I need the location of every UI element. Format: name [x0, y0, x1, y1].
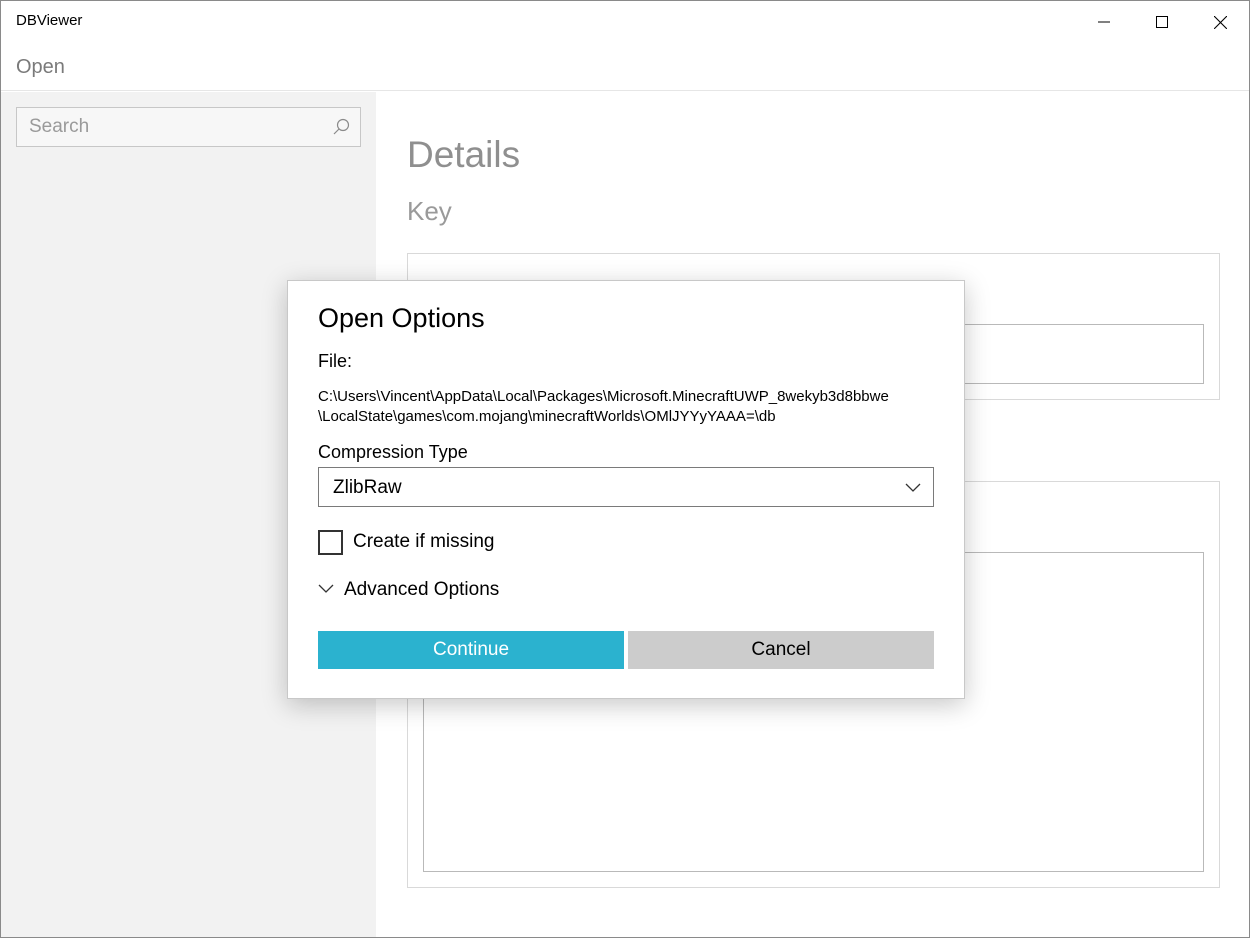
- file-label: File:: [318, 351, 353, 371]
- minimize-icon: [1098, 21, 1110, 23]
- file-path: C:\Users\Vincent\AppData\Local\Packages\…: [318, 387, 943, 427]
- create-if-missing-checkbox[interactable]: [318, 530, 343, 555]
- menu-bar: Open: [1, 43, 1249, 91]
- create-if-missing-label[interactable]: Create if missing: [353, 531, 495, 553]
- minimize-button[interactable]: [1075, 1, 1133, 43]
- app-window: DBViewer Open Search Details Key Open Op…: [0, 0, 1250, 938]
- chevron-down-icon: [318, 584, 334, 593]
- title-bar: DBViewer: [1, 1, 1249, 43]
- advanced-options-label: Advanced Options: [344, 579, 500, 600]
- close-button[interactable]: [1191, 1, 1249, 43]
- open-options-dialog: Open Options File: C:\Users\Vincent\AppD…: [287, 280, 965, 699]
- file-path-line-2: \LocalState\games\com.mojang\minecraftWo…: [318, 408, 776, 425]
- close-icon: [1213, 15, 1227, 29]
- compression-type-label: Compression Type: [318, 442, 468, 462]
- continue-button[interactable]: Continue: [318, 631, 624, 669]
- search-box[interactable]: [16, 107, 361, 147]
- maximize-icon: [1156, 16, 1168, 28]
- search-input[interactable]: [17, 108, 327, 146]
- maximize-button[interactable]: [1133, 1, 1191, 43]
- compression-type-value: ZlibRaw: [333, 477, 402, 498]
- cancel-button[interactable]: Cancel: [628, 631, 934, 669]
- app-title: DBViewer: [16, 12, 83, 29]
- file-path-line-1: C:\Users\Vincent\AppData\Local\Packages\…: [318, 388, 889, 405]
- chevron-down-icon: [905, 483, 921, 492]
- search-icon[interactable]: [331, 117, 351, 137]
- key-label: Key: [407, 196, 452, 226]
- dialog-title: Open Options: [318, 303, 485, 333]
- menu-open[interactable]: Open: [16, 56, 65, 79]
- compression-type-select[interactable]: ZlibRaw: [318, 467, 934, 507]
- details-title: Details: [407, 134, 521, 175]
